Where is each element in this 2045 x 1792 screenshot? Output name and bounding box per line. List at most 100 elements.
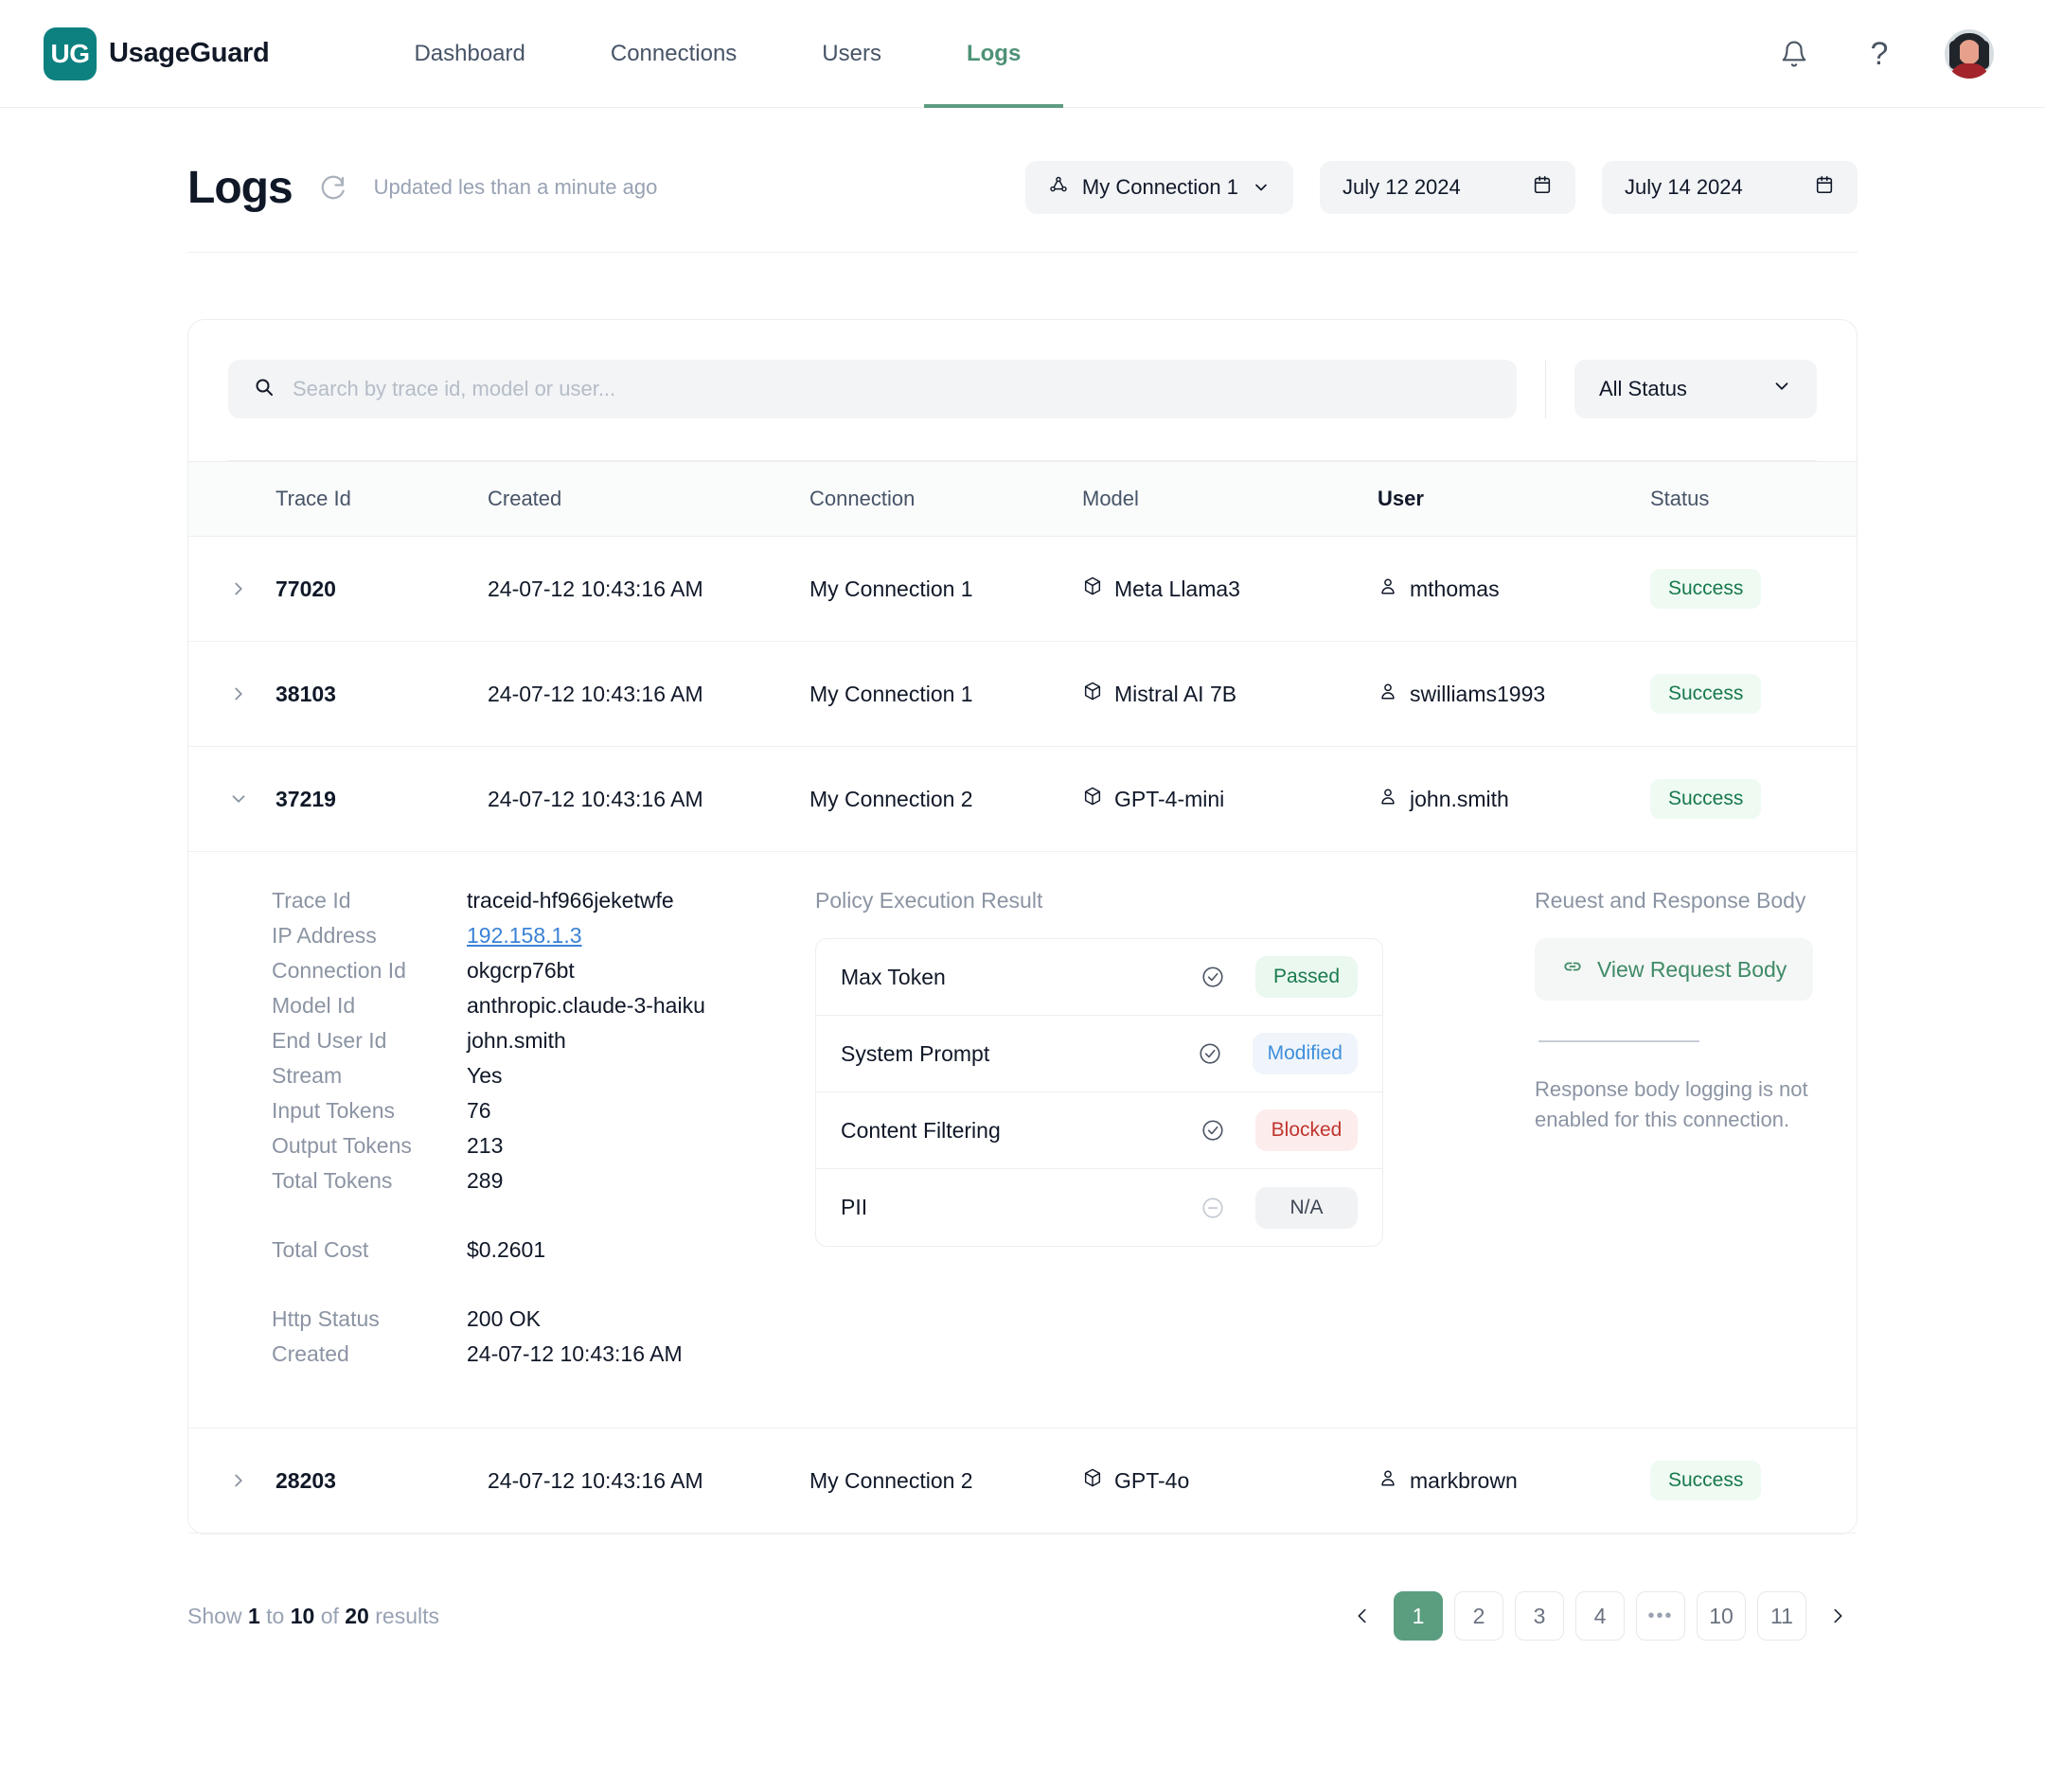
page-button-1[interactable]: 1 — [1394, 1591, 1443, 1641]
page-button-2[interactable]: 2 — [1454, 1591, 1503, 1641]
cell-model-label: GPT-4o — [1114, 1467, 1190, 1493]
detail-value: 200 OK — [467, 1306, 541, 1331]
connection-filter-label: My Connection 1 — [1081, 175, 1238, 199]
column-user: User — [1378, 461, 1650, 537]
cell-connection: My Connection 1 — [809, 641, 1082, 747]
detail-field-total-cost: Total Cost $0.2601 — [272, 1237, 815, 1263]
row-collapse-toggle[interactable] — [188, 746, 276, 852]
chevron-right-icon[interactable] — [1818, 1593, 1858, 1639]
chevron-right-icon[interactable] — [228, 683, 276, 704]
status-badge: Success — [1650, 569, 1762, 609]
chevron-down-icon — [1771, 376, 1792, 402]
cell-created: 24-07-12 10:43:16 AM — [488, 1428, 809, 1534]
cell-model: GPT-4-mini — [1082, 746, 1378, 852]
chevron-down-icon[interactable] — [228, 789, 276, 809]
table-row[interactable]: 28203 24-07-12 10:43:16 AM My Connection… — [188, 1428, 1857, 1534]
policy-name: Content Filtering — [841, 1117, 1001, 1143]
row-expand-toggle[interactable] — [188, 536, 276, 642]
page-button-4[interactable]: 4 — [1575, 1591, 1625, 1641]
detail-label: Total Cost — [272, 1237, 369, 1262]
policy-name: System Prompt — [841, 1040, 990, 1066]
date-from-picker[interactable]: July 12 2024 — [1320, 161, 1575, 214]
cube-icon — [1082, 576, 1103, 602]
status-badge: Success — [1650, 1461, 1762, 1500]
body-section-title: Reuest and Response Body — [1535, 888, 1806, 913]
cell-user-label: mthomas — [1410, 576, 1500, 601]
detail-field: Model Id anthropic.claude-3-haiku — [272, 993, 815, 1019]
cube-icon — [1082, 681, 1103, 707]
table-row[interactable]: 38103 24-07-12 10:43:16 AM My Connection… — [188, 641, 1857, 747]
cell-created: 24-07-12 10:43:16 AM — [488, 536, 809, 642]
policy-row: Max Token Passed — [816, 939, 1382, 1016]
cell-connection: My Connection 1 — [809, 536, 1082, 642]
connection-filter-dropdown[interactable]: My Connection 1 — [1024, 161, 1293, 214]
table-row[interactable]: 77020 24-07-12 10:43:16 AM My Connection… — [188, 536, 1857, 642]
top-navigation-bar: UG UsageGuard Dashboard Connections User… — [0, 0, 2045, 108]
detail-value: 24-07-12 10:43:16 AM — [467, 1341, 683, 1366]
date-to-value: July 14 2024 — [1625, 175, 1743, 199]
cell-trace-id: 37219 — [276, 746, 488, 852]
results-to-word: to — [266, 1603, 285, 1628]
table-row[interactable]: 37219 24-07-12 10:43:16 AM My Connection… — [188, 746, 1857, 852]
brand[interactable]: UG UsageGuard — [44, 27, 270, 80]
column-status: Status — [1650, 461, 1857, 537]
policy-status-badge: Passed — [1255, 956, 1358, 998]
check-circle-icon — [1170, 965, 1255, 989]
cell-user-label: john.smith — [1410, 786, 1509, 811]
detail-label: Connection Id — [272, 958, 406, 983]
chevron-right-icon[interactable] — [228, 1470, 276, 1491]
status-filter-value: All Status — [1599, 377, 1687, 400]
toolbar-divider — [1545, 360, 1546, 418]
top-bar-actions: ? — [1774, 28, 2001, 79]
detail-label: Total Tokens — [272, 1168, 393, 1193]
page-ellipsis: ••• — [1636, 1591, 1685, 1641]
results-of-word: of — [320, 1603, 339, 1628]
row-expand-toggle[interactable] — [188, 641, 276, 747]
search-input[interactable] — [291, 376, 1492, 402]
logs-table-header: Trace Id Created Connection Model User S… — [188, 461, 1857, 537]
detail-field: Input Tokens 76 — [272, 1098, 815, 1124]
view-request-body-label: View Request Body — [1597, 956, 1787, 982]
nav-item-users[interactable]: Users — [779, 0, 924, 108]
search-box[interactable] — [228, 360, 1517, 418]
detail-value: anthropic.claude-3-haiku — [467, 993, 705, 1018]
detail-label: Stream — [272, 1063, 343, 1088]
detail-field: Trace Id traceid-hf966jeketwfe — [272, 888, 815, 914]
column-connection: Connection — [809, 461, 1082, 537]
bell-icon[interactable] — [1774, 34, 1814, 74]
detail-label: Input Tokens — [272, 1098, 396, 1123]
page-button-10[interactable]: 10 — [1697, 1591, 1746, 1641]
detail-value: okgcrp76bt — [467, 958, 575, 983]
status-filter-dropdown[interactable]: All Status — [1574, 360, 1817, 418]
cell-status: Success — [1650, 641, 1857, 747]
detail-field: Total Tokens 289 — [272, 1168, 815, 1194]
view-request-body-button[interactable]: View Request Body — [1535, 938, 1814, 1001]
row-detail-panel-row: Trace Id traceid-hf966jeketwfe IP Address… — [188, 851, 1857, 1428]
response-body-note: Response body logging is not enabled for… — [1535, 1077, 1808, 1131]
search-icon — [253, 376, 276, 403]
detail-value: 289 — [467, 1168, 504, 1193]
cell-connection: My Connection 2 — [809, 746, 1082, 852]
page-button-11[interactable]: 11 — [1757, 1591, 1806, 1641]
cube-icon — [1082, 786, 1103, 812]
results-summary: Show 1 to 10 of 20 results — [187, 1604, 439, 1629]
cell-status: Success — [1650, 1428, 1857, 1534]
cell-model-label: GPT-4-mini — [1114, 786, 1225, 811]
column-model: Model — [1082, 461, 1378, 537]
detail-label: IP Address — [272, 923, 377, 948]
ip-address-link[interactable]: 192.158.1.3 — [467, 923, 582, 948]
cell-user: mthomas — [1378, 536, 1650, 642]
nav-item-dashboard[interactable]: Dashboard — [371, 0, 567, 108]
avatar[interactable] — [1945, 28, 1994, 79]
detail-value: $0.2601 — [467, 1237, 546, 1262]
page-button-3[interactable]: 3 — [1515, 1591, 1564, 1641]
chevron-left-icon[interactable] — [1343, 1593, 1382, 1639]
row-expand-toggle[interactable] — [188, 1428, 276, 1534]
chevron-right-icon[interactable] — [228, 578, 276, 599]
date-to-picker[interactable]: July 14 2024 — [1602, 161, 1858, 214]
minus-circle-icon — [1170, 1196, 1255, 1220]
question-mark-icon[interactable]: ? — [1859, 34, 1899, 74]
nav-item-connections[interactable]: Connections — [568, 0, 779, 108]
refresh-icon[interactable] — [317, 171, 349, 204]
nav-item-logs[interactable]: Logs — [923, 0, 1064, 108]
